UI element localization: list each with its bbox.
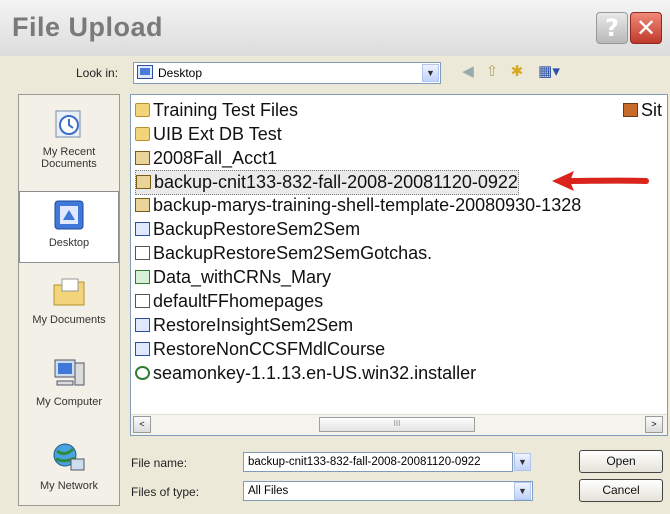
archive-icon — [135, 198, 150, 212]
scroll-right-button[interactable]: > — [645, 416, 663, 433]
up-folder-icon[interactable]: ⇧ — [482, 62, 502, 82]
my-documents-icon — [53, 278, 85, 306]
archive-icon — [135, 151, 150, 165]
list-item-selected[interactable]: backup-cnit133-832-fall-2008-20081120-09… — [135, 170, 519, 195]
place-label: Desktop — [48, 237, 90, 249]
image-file-icon — [623, 103, 638, 117]
files-of-type-select[interactable]: All Files — [243, 481, 533, 501]
recent-documents-icon — [55, 110, 81, 138]
chevron-down-icon[interactable]: ▼ — [422, 64, 439, 82]
cancel-button[interactable]: Cancel — [579, 479, 663, 502]
list-item[interactable]: BackupRestoreSem2SemGotchas. — [135, 242, 432, 265]
help-button[interactable]: ? — [596, 12, 628, 44]
place-recent-documents[interactable]: My Recent Documents — [19, 107, 119, 170]
folder-icon — [135, 127, 150, 141]
look-in-label: Look in: — [76, 66, 119, 80]
list-item[interactable]: Sit — [623, 99, 662, 122]
chevron-down-icon[interactable]: ▼ — [514, 482, 531, 500]
place-my-documents[interactable]: My Documents — [19, 275, 119, 326]
title-bar: File Upload ? ✕ — [0, 0, 670, 56]
place-desktop[interactable]: Desktop — [19, 191, 119, 263]
archive-icon — [136, 175, 151, 189]
spreadsheet-icon — [135, 270, 150, 284]
place-label: My Documents — [32, 314, 106, 326]
place-my-computer[interactable]: My Computer — [19, 357, 119, 408]
list-item[interactable]: UIB Ext DB Test — [135, 123, 282, 146]
list-item[interactable]: RestoreInsightSem2Sem — [135, 314, 353, 337]
place-my-network[interactable]: My Network — [19, 441, 119, 492]
list-item[interactable]: backup-marys-training-shell-template-200… — [135, 194, 581, 217]
folder-icon — [135, 103, 150, 117]
annotation-arrow-icon — [552, 171, 649, 191]
desktop-icon — [54, 200, 84, 230]
list-item[interactable]: BackupRestoreSem2Sem — [135, 218, 360, 241]
file-name-input[interactable]: backup-cnit133-832-fall-2008-20081120-09… — [243, 452, 513, 472]
list-item[interactable]: Training Test Files — [135, 99, 298, 122]
list-item[interactable]: seamonkey-1.1.13.en-US.win32.installer — [135, 362, 476, 385]
files-of-type-label: Files of type: — [131, 485, 200, 499]
file-list[interactable]: Training Test Files UIB Ext DB Test 2008… — [130, 94, 668, 436]
my-network-icon — [53, 443, 85, 471]
list-item[interactable]: defaultFFhomepages — [135, 290, 323, 313]
text-document-icon — [135, 246, 150, 260]
places-bar: My Recent Documents Desktop My Documents… — [18, 94, 120, 506]
text-document-icon — [135, 294, 150, 308]
place-label: My Computer — [35, 396, 103, 408]
back-icon[interactable]: ◀ — [458, 62, 478, 82]
look-in-dropdown[interactable]: Desktop ▼ — [133, 62, 441, 84]
scrollbar-thumb[interactable]: III — [319, 417, 475, 432]
horizontal-scrollbar[interactable]: < III > — [131, 414, 667, 435]
place-label: My Network — [39, 480, 99, 492]
window-title: File Upload — [12, 12, 164, 42]
scroll-left-button[interactable]: < — [133, 416, 151, 433]
list-item[interactable]: 2008Fall_Acct1 — [135, 147, 277, 170]
list-item[interactable]: RestoreNonCCSFMdlCourse — [135, 338, 385, 361]
desktop-icon — [137, 65, 153, 79]
my-computer-icon — [54, 359, 85, 386]
views-menu-icon[interactable]: ▦▾ — [534, 62, 564, 82]
look-in-value: Desktop — [158, 66, 203, 80]
installer-icon — [135, 366, 150, 380]
new-folder-icon[interactable]: ✱ — [507, 62, 527, 82]
chevron-down-icon[interactable]: ▼ — [514, 453, 531, 471]
file-name-label: File name: — [131, 456, 188, 470]
word-document-icon — [135, 222, 150, 236]
word-document-icon — [135, 318, 150, 332]
list-item[interactable]: Data_withCRNs_Mary — [135, 266, 331, 289]
open-button[interactable]: Open — [579, 450, 663, 473]
place-label: My Recent Documents — [41, 146, 97, 170]
close-button[interactable]: ✕ — [630, 12, 662, 44]
word-document-icon — [135, 342, 150, 356]
